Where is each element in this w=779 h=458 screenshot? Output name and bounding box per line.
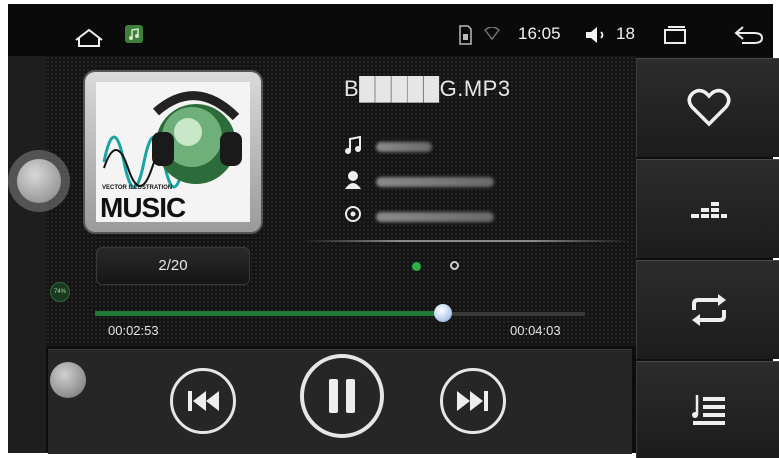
home-icon[interactable]: [74, 26, 104, 48]
album-line-blurred: [376, 177, 494, 187]
pause-button[interactable]: [300, 354, 384, 438]
small-badge: 74%: [50, 282, 70, 302]
pause-icon: [329, 379, 355, 413]
page-dot[interactable]: [450, 261, 459, 270]
floating-handle-knob[interactable]: [17, 159, 61, 203]
music-app-icon[interactable]: [124, 24, 144, 44]
wifi-icon: [484, 27, 500, 41]
previous-button[interactable]: [170, 368, 236, 434]
small-handle[interactable]: [50, 362, 86, 398]
equalizer-icon: [690, 202, 727, 218]
album-art-subtext: VECTOR ILLUSTRATION: [102, 185, 173, 191]
favorite-icon: [687, 88, 730, 127]
status-bar: 16:05 18: [8, 4, 773, 56]
clock: 16:05: [518, 24, 561, 43]
person-icon: [345, 171, 361, 189]
elapsed-time: 00:02:53: [108, 323, 159, 338]
back-icon[interactable]: [734, 25, 764, 45]
progress-fill: [95, 311, 443, 316]
favorite-button[interactable]: [636, 58, 779, 157]
artist-line-blurred: [376, 142, 432, 152]
volume-icon[interactable]: [584, 26, 610, 44]
next-icon: [457, 391, 488, 411]
track-counter: 2/20: [158, 257, 188, 274]
equalizer-button[interactable]: [636, 159, 779, 258]
repeat-button[interactable]: [636, 260, 779, 359]
side-panel: [636, 58, 779, 458]
progress-knob[interactable]: [433, 304, 452, 322]
next-button[interactable]: [440, 368, 506, 434]
album-art: VECTOR ILLUSTRATION MUSIC: [96, 82, 250, 222]
song-title: B█████G.MP3: [344, 76, 511, 101]
track-counter-box: 2/20: [96, 247, 250, 285]
left-edge-strip: [8, 56, 46, 453]
album-art-text: MUSIC: [100, 192, 186, 222]
music-note-icon: [345, 136, 361, 154]
floating-handle[interactable]: [8, 150, 70, 212]
genre-line-blurred: [376, 212, 494, 222]
disc-icon: [345, 206, 361, 222]
page-dot-active[interactable]: [412, 262, 421, 271]
playlist-icon: [691, 395, 725, 425]
info-divider: [300, 240, 630, 242]
total-time: 00:04:03: [510, 323, 561, 338]
repeat-icon: [691, 294, 726, 326]
volume-level: 18: [616, 24, 635, 43]
playlist-button[interactable]: [636, 361, 779, 458]
sd-card-icon: [459, 25, 472, 45]
previous-icon: [188, 391, 219, 411]
recent-apps-icon[interactable]: [662, 26, 688, 46]
